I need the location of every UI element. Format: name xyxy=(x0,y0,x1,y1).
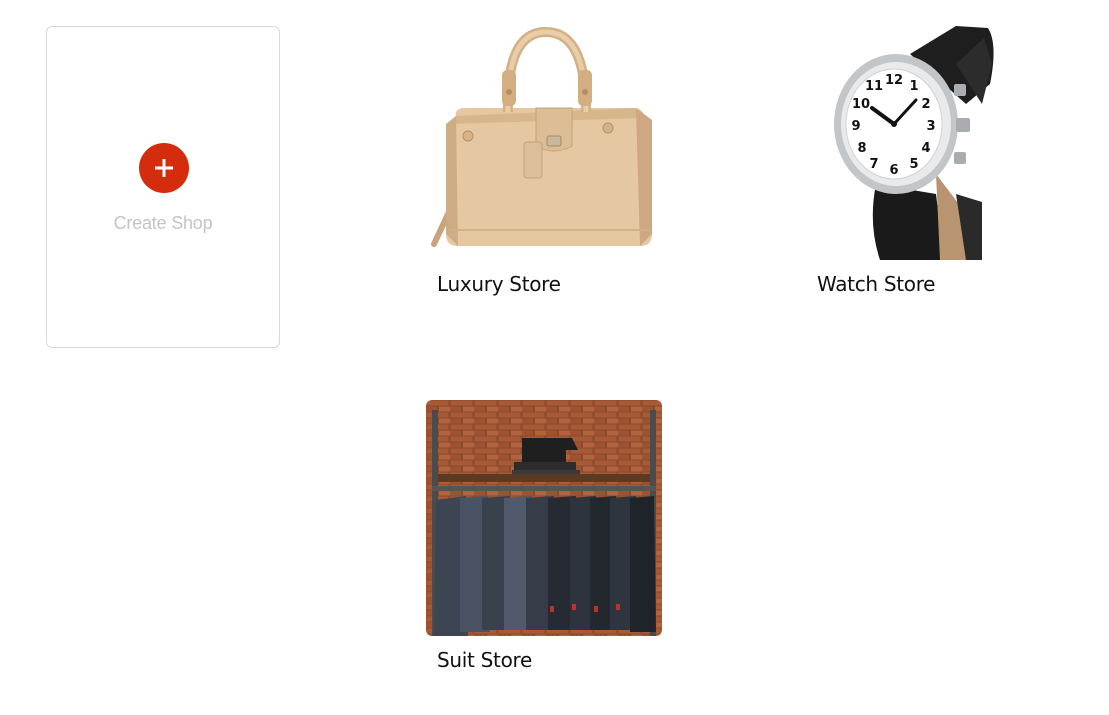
create-shop-label: Create Shop xyxy=(113,213,213,233)
svg-text:6: 6 xyxy=(889,163,898,178)
store-name: Watch Store xyxy=(817,272,936,296)
svg-text:11: 11 xyxy=(865,79,883,94)
svg-text:8: 8 xyxy=(857,141,866,156)
plus-icon[interactable] xyxy=(139,143,189,193)
store-card-luxury[interactable]: Luxury Store xyxy=(426,24,662,296)
svg-text:7: 7 xyxy=(869,157,878,172)
svg-text:3: 3 xyxy=(926,119,935,134)
store-name: Suit Store xyxy=(437,648,532,672)
wristwatch-image[interactable]: 12 1 2 3 4 5 6 7 8 9 10 11 xyxy=(806,24,1042,260)
store-name: Luxury Store xyxy=(437,272,561,296)
create-shop-card[interactable]: Create Shop xyxy=(46,26,280,348)
svg-text:4: 4 xyxy=(921,141,930,156)
svg-text:12: 12 xyxy=(885,73,903,88)
svg-text:5: 5 xyxy=(909,157,918,172)
svg-text:10: 10 xyxy=(852,97,870,112)
shop-grid: Create Shop Luxury Store 12 1 2 3 4 5 6 … xyxy=(0,0,1109,715)
svg-text:1: 1 xyxy=(909,79,918,94)
store-card-watch[interactable]: 12 1 2 3 4 5 6 7 8 9 10 11 Watch Store xyxy=(806,24,1042,296)
svg-text:2: 2 xyxy=(921,97,930,112)
store-card-suit[interactable]: Suit Store xyxy=(426,400,662,672)
svg-text:9: 9 xyxy=(851,119,860,134)
suit-rack-image[interactable] xyxy=(426,400,662,636)
handbag-image[interactable] xyxy=(426,24,662,260)
